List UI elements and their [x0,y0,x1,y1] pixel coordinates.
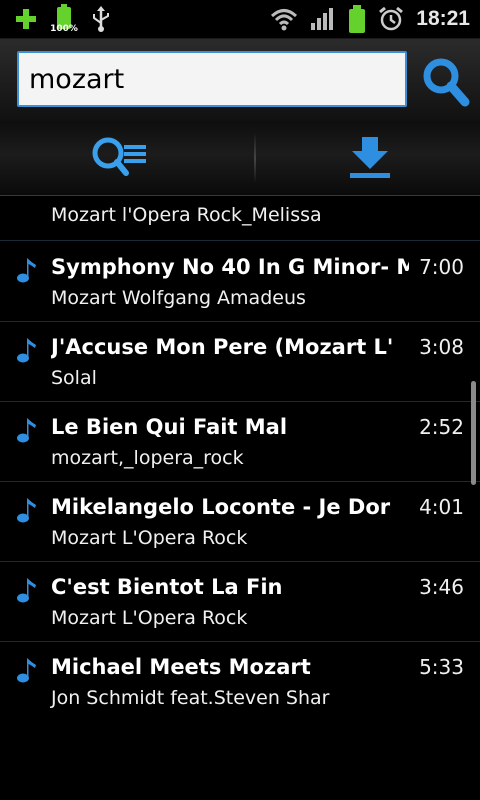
search-list-button[interactable] [0,121,240,195]
song-title: Michael Meets Mozart [51,655,311,679]
song-title: J'Accuse Mon Pere (Mozart L' [51,335,394,359]
song-artist: Mozart Wolfgang Amadeus [51,287,306,309]
song-artist: Mozart L'Opera Rock [51,607,248,629]
usb-icon [93,6,109,32]
list-item[interactable]: Le Bien Qui Fait Mal mozart,_lopera_rock… [0,401,480,482]
plus-icon [14,7,38,31]
song-duration: 3:46 [419,575,464,599]
battery-icon [348,5,366,33]
song-duration: 3:08 [419,335,464,359]
toolbar [0,121,480,196]
music-note-icon [17,658,36,683]
search-bar [0,39,480,121]
song-duration: 5:33 [419,655,464,679]
search-list-icon [92,137,146,176]
song-artist: Mozart L'Opera Rock [51,527,248,549]
music-note-icon [17,258,36,283]
music-note-icon [17,498,36,523]
song-duration: 2:52 [419,415,464,439]
download-icon [350,137,390,178]
song-artist: Solal [51,367,97,389]
list-scrollbar[interactable] [471,381,476,485]
search-input[interactable] [17,51,407,107]
alarm-clock-icon [379,6,404,31]
wifi-icon [271,9,298,31]
battery-notification-icon: 100% [50,3,78,35]
song-title: C'est Bientot La Fin [51,575,283,599]
music-note-icon [17,418,36,443]
music-note-icon [17,578,36,603]
list-item[interactable]: Michael Meets Mozart Jon Schmidt feat.St… [0,641,480,721]
downloads-button[interactable] [250,121,480,195]
song-duration: 7:00 [419,255,464,279]
song-title: Symphony No 40 In G Minor- M [51,255,409,279]
song-artist: Mozart l'Opera Rock_Melissa [51,204,322,226]
music-note-icon [17,338,36,363]
song-artist: mozart,_lopera_rock [51,447,244,469]
search-button[interactable] [420,55,472,109]
song-duration: 4:01 [419,495,464,519]
list-item[interactable]: C'est Bientot La Fin Mozart L'Opera Rock… [0,561,480,642]
list-item[interactable]: J'Accuse Mon Pere (Mozart L' Solal 3:08 [0,321,480,402]
status-bar: 100% 18:21 [0,0,480,39]
list-item[interactable]: Mozart l'Opera Rock_Melissa [0,196,480,241]
song-artist: Jon Schmidt feat.Steven Shar [51,687,330,709]
results-list: Mozart l'Opera Rock_Melissa Symphony No … [0,196,480,800]
signal-strength-icon [311,8,334,30]
clock-time: 18:21 [416,7,470,30]
song-title: Mikelangelo Loconte - Je Dor [51,495,391,519]
list-item[interactable]: Mikelangelo Loconte - Je Dor Mozart L'Op… [0,481,480,562]
song-title: Le Bien Qui Fait Mal [51,415,288,439]
battery-percent-label: 100% [50,24,78,34]
list-item[interactable]: Symphony No 40 In G Minor- M Mozart Wolf… [0,241,480,322]
